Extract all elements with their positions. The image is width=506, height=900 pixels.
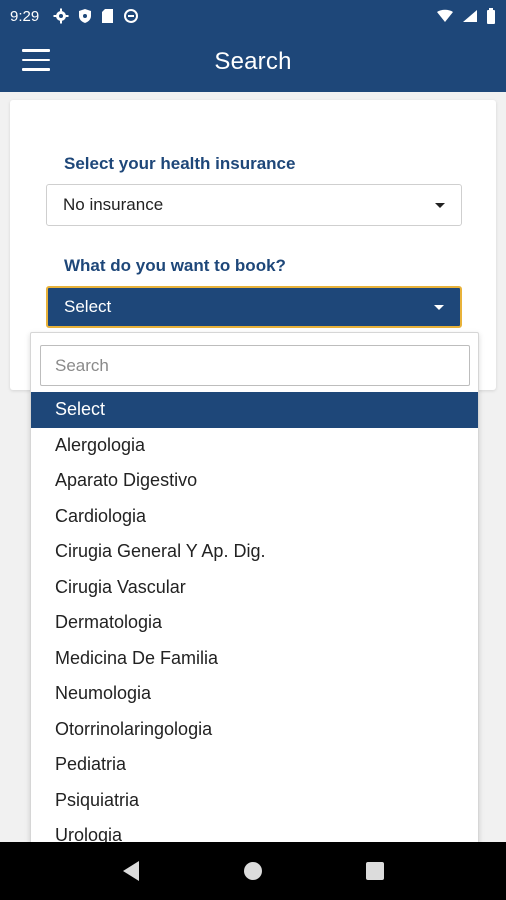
insurance-label: Select your health insurance	[64, 154, 296, 173]
app-bar: Search	[0, 32, 506, 92]
dropdown-option[interactable]: Otorrinolaringologia	[31, 712, 478, 748]
caret-down-icon	[435, 203, 445, 208]
insurance-select-value: No insurance	[63, 195, 164, 214]
book-dropdown-menu: Select Alergologia Aparato Digestivo Car…	[30, 332, 479, 852]
system-nav-bar	[0, 842, 506, 900]
wifi-icon	[437, 9, 453, 22]
page-title: Search	[214, 48, 292, 75]
dropdown-option[interactable]: Neumologia	[31, 676, 478, 712]
status-bar: 9:29	[0, 0, 506, 32]
book-label: What do you want to book?	[64, 256, 286, 275]
insurance-select[interactable]: No insurance	[46, 184, 462, 226]
recents-icon[interactable]	[360, 856, 390, 886]
dropdown-search-input[interactable]	[40, 345, 470, 386]
sim-card-icon	[102, 9, 114, 23]
dropdown-option[interactable]: Pediatria	[31, 747, 478, 783]
signal-icon	[463, 10, 477, 22]
status-time: 9:29	[10, 7, 40, 25]
caret-down-icon	[434, 305, 444, 310]
book-select[interactable]: Select	[46, 286, 462, 328]
hamburger-menu-icon[interactable]	[22, 49, 50, 75]
battery-icon	[487, 8, 495, 24]
gear-icon	[53, 8, 69, 24]
book-select-value: Select	[64, 297, 112, 316]
option-list: Select Alergologia Aparato Digestivo Car…	[31, 392, 478, 851]
back-icon[interactable]	[116, 856, 146, 886]
dropdown-option[interactable]: Alergologia	[31, 428, 478, 464]
dropdown-option[interactable]: Medicina De Familia	[31, 641, 478, 677]
dropdown-option[interactable]: Cirugia General Y Ap. Dig.	[31, 534, 478, 570]
shield-icon	[79, 9, 92, 23]
dropdown-option[interactable]: Cardiologia	[31, 499, 478, 535]
dropdown-option[interactable]: Dermatologia	[31, 605, 478, 641]
dropdown-option[interactable]: Cirugia Vascular	[31, 570, 478, 606]
dropdown-option[interactable]: Psiquiatria	[31, 783, 478, 819]
home-icon[interactable]	[238, 856, 268, 886]
dropdown-option[interactable]: Select	[31, 392, 478, 428]
sync-icon	[124, 9, 139, 23]
dropdown-option[interactable]: Aparato Digestivo	[31, 463, 478, 499]
